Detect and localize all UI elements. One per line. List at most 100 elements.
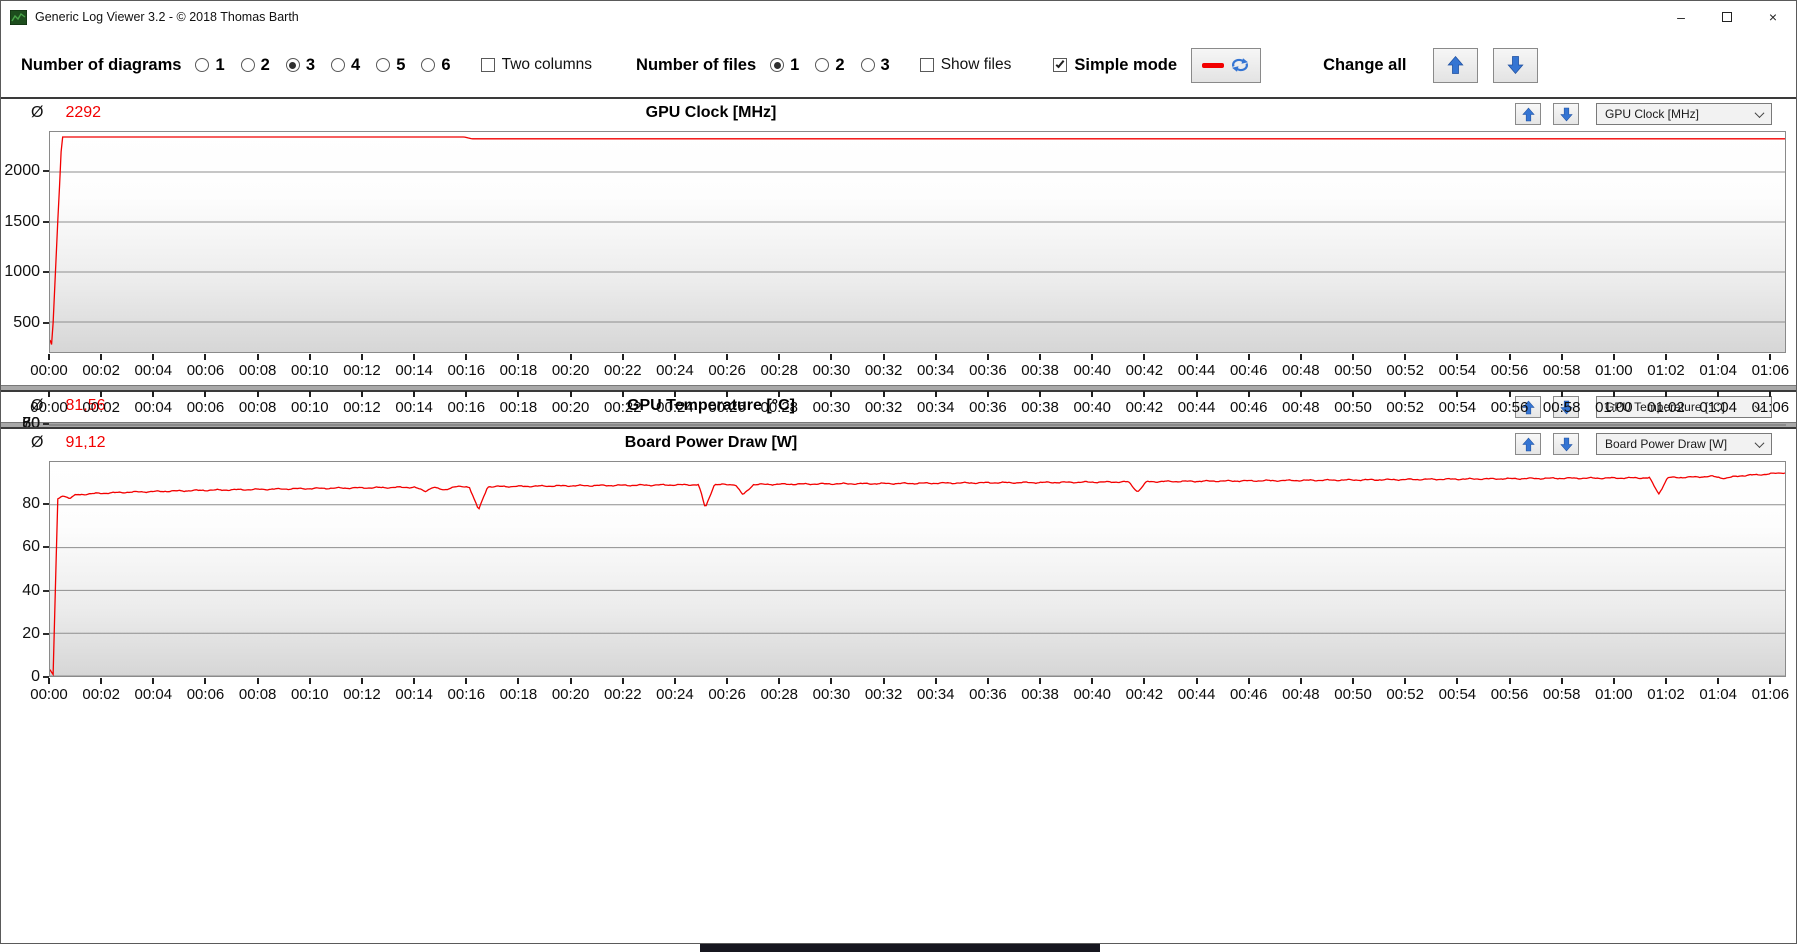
x-tick-label: 00:28 <box>760 362 799 379</box>
change-all-label: Change all <box>1323 55 1407 74</box>
move-chart-down-button[interactable] <box>1553 103 1579 125</box>
diagram-count-radio-2[interactable]: 2 <box>240 56 270 75</box>
x-tick-mark <box>1665 678 1668 684</box>
x-tick-mark <box>830 391 833 397</box>
signal-select-dropdown[interactable]: GPU Clock [MHz] <box>1596 103 1772 125</box>
minimize-button[interactable]: – <box>1658 1 1704 33</box>
y-tick-label: 40 <box>22 581 40 599</box>
x-tick-label: 00:46 <box>1229 399 1268 416</box>
x-tick-label: 00:04 <box>134 362 173 379</box>
file-count-radio-1[interactable]: 1 <box>770 56 799 75</box>
x-tick-mark <box>152 354 155 360</box>
diagram-count-radio-5[interactable]: 5 <box>376 56 405 75</box>
x-tick-mark <box>1612 354 1615 360</box>
x-tick-mark <box>882 391 885 397</box>
x-tick-label: 00:04 <box>134 686 173 703</box>
x-tick-label: 01:00 <box>1595 399 1633 416</box>
x-tick-mark <box>1665 354 1668 360</box>
x-tick-label: 00:56 <box>1490 399 1529 416</box>
radio-icon <box>240 58 255 72</box>
x-tick-label: 00:06 <box>186 362 225 379</box>
x-tick-mark <box>1612 391 1615 397</box>
down-arrow-icon <box>1506 56 1524 75</box>
chart-panel-board-power-draw-w: Ø 91,12 Board Power Draw [W] Board Power Dr… <box>1 427 1796 709</box>
simple-mode-checkbox[interactable]: Simple mode <box>1053 56 1177 75</box>
move-chart-up-button[interactable] <box>1515 103 1541 125</box>
y-tick-mark <box>43 632 49 635</box>
x-tick-row <box>48 677 1786 684</box>
x-tick-label: 00:28 <box>760 686 799 703</box>
y-tick-mark <box>43 423 49 425</box>
x-tick-label: 00:12 <box>343 362 381 379</box>
diagram-count-radio-3[interactable]: 3 <box>285 56 315 75</box>
x-tick-label: 00:02 <box>82 686 120 703</box>
y-tick-mark <box>43 220 49 223</box>
x-tick-label: 00:58 <box>1542 399 1581 416</box>
change-all-down-button[interactable] <box>1492 47 1538 83</box>
x-tick-mark <box>1247 391 1250 397</box>
x-tick-label: 00:40 <box>1073 362 1112 379</box>
signal-select-dropdown[interactable]: Board Power Draw [W] <box>1596 433 1772 455</box>
number-of-diagrams-label: Number of diagrams <box>21 55 182 74</box>
checkbox-icon <box>919 58 934 72</box>
sync-arrows-icon <box>1232 58 1249 72</box>
x-tick-label: 00:12 <box>343 399 381 416</box>
x-tick-label: 01:02 <box>1647 399 1685 416</box>
x-tick-label: 00:46 <box>1229 686 1268 703</box>
x-tick-mark <box>308 354 311 360</box>
checkmark-icon <box>1055 58 1065 69</box>
series-line <box>50 473 1785 674</box>
x-tick-mark <box>413 391 416 397</box>
line-style-refresh-button[interactable] <box>1191 47 1262 83</box>
x-tick-label: 00:54 <box>1438 362 1477 379</box>
diagram-count-radio-label: 6 <box>441 55 451 74</box>
x-tick-mark <box>152 678 155 684</box>
x-tick-label: 00:02 <box>82 399 120 416</box>
y-tick-mark <box>43 321 49 324</box>
x-tick-label: 00:52 <box>1386 686 1424 703</box>
x-tick-label: 00:22 <box>604 686 642 703</box>
change-all-up-button[interactable] <box>1432 47 1478 83</box>
file-count-radio-2[interactable]: 2 <box>815 56 845 75</box>
x-tick-mark <box>621 354 624 360</box>
x-tick-mark <box>517 391 520 397</box>
x-tick-label: 00:32 <box>864 686 903 703</box>
x-tick-label: 00:42 <box>1125 399 1164 416</box>
x-tick-label: 00:14 <box>395 686 433 703</box>
x-tick-mark <box>1456 354 1459 360</box>
x-tick-label: 00:34 <box>916 399 955 416</box>
move-chart-up-button[interactable] <box>1515 433 1541 455</box>
x-tick-label: 00:52 <box>1386 399 1424 416</box>
x-tick-label: 00:22 <box>604 362 642 379</box>
x-tick-mark <box>517 678 520 684</box>
two-columns-checkbox[interactable]: Two columns <box>480 56 592 74</box>
x-tick-label: 00:54 <box>1438 686 1477 703</box>
maximize-button[interactable] <box>1704 1 1750 33</box>
plot-zone: 0 20 40 60 80 00:00 00:02 00:04 00:06 00:08 00:10 0… <box>1 459 1796 709</box>
x-tick-row <box>48 390 1786 397</box>
series-line <box>50 137 1785 345</box>
file-count-radio-3[interactable]: 3 <box>860 56 890 75</box>
x-tick-label: 00:10 <box>291 362 329 379</box>
up-arrow-icon <box>1521 107 1535 121</box>
x-tick-mark <box>100 354 103 360</box>
x-tick-label: 00:38 <box>1021 686 1059 703</box>
x-tick-label: 00:48 <box>1282 362 1320 379</box>
close-button[interactable]: × <box>1750 1 1796 33</box>
diagram-count-radio-4[interactable]: 4 <box>331 56 360 75</box>
chart-panels: Ø 2292 GPU Clock [MHz] GPU Clock [MHz] 500 10… <box>1 97 1796 943</box>
x-tick-label: 01:06 <box>1751 686 1790 703</box>
signal-select-value: Board Power Draw [W] <box>1605 437 1728 451</box>
diagram-count-radio-1[interactable]: 1 <box>195 56 225 75</box>
show-files-checkbox[interactable]: Show files <box>919 56 1011 74</box>
x-tick-mark <box>1456 678 1459 684</box>
checkbox-icon <box>1053 58 1068 72</box>
x-tick-mark <box>308 391 311 397</box>
x-tick-label: 00:20 <box>551 362 590 379</box>
diagram-count-radio-label: 4 <box>351 55 361 74</box>
x-tick-mark <box>1769 354 1772 360</box>
x-tick-mark <box>100 391 103 397</box>
diagram-count-radio-6[interactable]: 6 <box>421 55 451 75</box>
chevron-down-icon <box>1754 437 1765 448</box>
move-chart-down-button[interactable] <box>1553 433 1579 455</box>
